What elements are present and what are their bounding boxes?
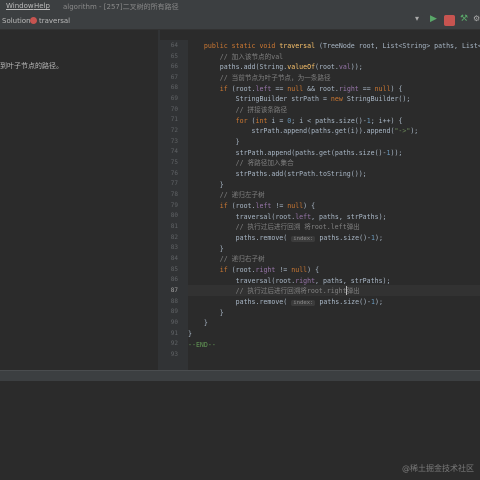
line-number: 78 — [170, 191, 178, 198]
text-caret — [346, 286, 347, 295]
menu-help[interactable]: Help — [34, 2, 50, 10]
menu-window[interactable]: Window — [6, 2, 34, 10]
breadcrumb-method[interactable]: traversal — [39, 17, 70, 25]
code-line: strPaths.add(strPath.toString()); — [188, 170, 367, 178]
code-line: // 拼接该条路径 — [188, 106, 288, 114]
line-number: 82 — [170, 234, 178, 241]
parameter-hint: index: — [291, 300, 316, 306]
stop-icon[interactable] — [444, 15, 455, 26]
navigation-toolbar: Solution › traversal ▾ ▶ ⚒ ⚙ — [0, 13, 480, 30]
line-number: 86 — [170, 276, 178, 283]
line-number: 93 — [170, 351, 178, 358]
line-number: 68 — [170, 84, 178, 91]
line-number: 71 — [170, 116, 178, 123]
code-line: strPath.append(paths.get(i)).append("->"… — [188, 127, 419, 135]
panel-separator — [0, 370, 480, 381]
line-number: 91 — [170, 330, 178, 337]
line-number: 64 — [170, 42, 178, 49]
end-marker: --END-- — [188, 341, 216, 349]
line-number: 88 — [170, 298, 178, 305]
code-line: paths.remove( index: paths.size()-1); — [188, 298, 383, 306]
line-number: 83 — [170, 244, 178, 251]
code-line: // 执行过后进行回溯 将root.left弹出 — [188, 223, 360, 231]
line-number: 85 — [170, 266, 178, 273]
build-icon[interactable]: ⚒ — [459, 14, 470, 26]
code-editor[interactable]: public static void traversal (TreeNode r… — [188, 40, 480, 370]
line-number: 89 — [170, 308, 178, 315]
line-number: 67 — [170, 74, 178, 81]
menu-bar: Window Help algorithm - [257]二叉树的所有路径 — [0, 0, 480, 13]
code-line: // 递归左子树 — [188, 191, 265, 199]
line-number: 80 — [170, 212, 178, 219]
settings-icon[interactable]: ⚙ — [472, 14, 480, 26]
code-line: // 执行过后进行回溯将root.right弹出 — [188, 287, 360, 295]
line-number: 92 — [170, 340, 178, 347]
line-number: 70 — [170, 106, 178, 113]
line-number: 73 — [170, 138, 178, 145]
code-line: paths.add(String.valueOf(root.val)); — [188, 63, 363, 71]
code-line: // 当前节点为叶子节点，为一条路径 — [188, 74, 331, 82]
parameter-hint: index: — [291, 236, 316, 242]
line-number: 66 — [170, 63, 178, 70]
line-number: 75 — [170, 159, 178, 166]
code-line: // 将路径加入集合 — [188, 159, 294, 167]
line-number-gutter: 64 65 66 67 68 69 70 71 72 73 74 75 76 7… — [160, 40, 188, 370]
line-number: 72 — [170, 127, 178, 134]
code-line: public static void traversal (TreeNode r… — [203, 42, 480, 50]
line-number: 84 — [170, 255, 178, 262]
line-number: 77 — [170, 180, 178, 187]
code-line: // 递归右子树 — [188, 255, 265, 263]
window-title: algorithm - [257]二叉树的所有路径 — [63, 3, 179, 11]
line-number: 81 — [170, 223, 178, 230]
line-number: 74 — [170, 148, 178, 155]
dropdown-icon[interactable]: ▾ — [412, 14, 423, 26]
breadcrumb-separator-icon: › — [25, 17, 28, 25]
code-line: if (root.left != null) { — [188, 202, 316, 210]
description-panel: 到叶子节点的路径。 — [0, 30, 158, 370]
problem-description: 到叶子节点的路径。 — [0, 62, 63, 70]
code-line: } — [188, 138, 240, 146]
code-line: if (root.right != null) { — [188, 266, 320, 274]
line-number: 90 — [170, 319, 178, 326]
code-line: } — [188, 330, 192, 338]
line-number: 76 — [170, 170, 178, 177]
line-number: 69 — [170, 95, 178, 102]
method-icon — [30, 17, 37, 24]
code-line: } — [188, 319, 208, 327]
line-number: 65 — [170, 53, 178, 60]
code-line: paths.remove( index: paths.size()-1); — [188, 234, 383, 242]
watermark: @稀土掘金技术社区 — [402, 464, 474, 473]
run-icon[interactable]: ▶ — [428, 14, 439, 26]
code-line: StringBuilder strPath = new StringBuilde… — [188, 95, 411, 103]
line-number-current: 87 — [170, 287, 178, 294]
line-number: 79 — [170, 202, 178, 209]
